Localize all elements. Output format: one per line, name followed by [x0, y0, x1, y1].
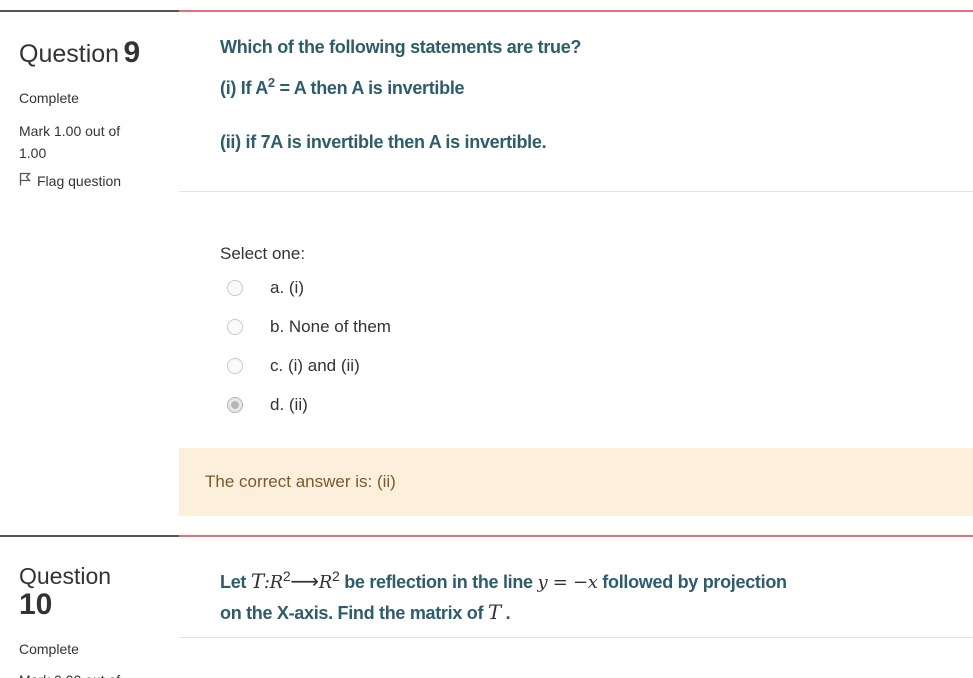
- question-content: Which of the following statements are tr…: [179, 10, 973, 516]
- statement-ii: (ii) if 7A is invertible then A is inver…: [220, 132, 547, 152]
- statement-i: (i) If A2 = A then A is invertible: [220, 75, 465, 98]
- question-info: Question 10 Complete Mark 0.00 out of: [0, 535, 179, 678]
- radio-b[interactable]: [227, 318, 243, 335]
- question-line-2: on the X-axis. Find the matrix of T .: [220, 600, 511, 624]
- answer-block: Select one: a. (i) b. None of them c. (i…: [179, 192, 973, 448]
- option-c[interactable]: c. (i) and (ii): [220, 346, 973, 385]
- math-T: T: [250, 569, 264, 593]
- option-b[interactable]: b. None of them: [220, 307, 973, 346]
- option-d[interactable]: d. (ii): [220, 385, 973, 424]
- radio-a[interactable]: [227, 279, 243, 296]
- arrow-icon: ⟶: [290, 571, 319, 593]
- question-label: Question: [19, 40, 120, 68]
- question-heading: Question 9: [19, 36, 179, 70]
- question-line-1: Which of the following statements are tr…: [220, 37, 582, 57]
- select-one-prompt: Select one:: [220, 244, 306, 263]
- question-mark: Mark 0.00 out of: [19, 669, 139, 678]
- math-line: y = −x: [537, 572, 598, 593]
- correct-answer-feedback: The correct answer is: (ii): [179, 448, 973, 516]
- question-9: Question 9 Complete Mark 1.00 out of 1.0…: [0, 0, 973, 516]
- radio-d[interactable]: [227, 396, 243, 413]
- radio-c[interactable]: [227, 357, 243, 374]
- option-c-label[interactable]: c. (i) and (ii): [270, 356, 360, 376]
- option-d-label[interactable]: d. (ii): [270, 395, 308, 415]
- question-heading: Question 10: [19, 561, 179, 621]
- question-info: Question 9 Complete Mark 1.00 out of 1.0…: [0, 10, 179, 516]
- question-content: Let T:R2⟶R2 be reflection in the line y …: [179, 535, 973, 638]
- question-10: Question 10 Complete Mark 0.00 out of Le…: [0, 534, 973, 678]
- question-label: Question: [19, 563, 112, 589]
- math-T: T: [487, 600, 501, 624]
- option-a[interactable]: a. (i): [220, 268, 973, 307]
- flag-question-button[interactable]: Flag question: [19, 172, 179, 189]
- question-text: Which of the following statements are tr…: [179, 10, 973, 192]
- options-list: a. (i) b. None of them c. (i) and (ii) d…: [220, 268, 973, 424]
- option-a-label[interactable]: a. (i): [270, 278, 304, 298]
- question-line-1: Let T:R2⟶R2 be reflection in the line y …: [220, 568, 787, 593]
- question-state: Complete: [19, 641, 79, 657]
- question-state: Complete: [19, 90, 79, 106]
- flag-icon: [19, 172, 31, 189]
- question-text: Let T:R2⟶R2 be reflection in the line y …: [179, 535, 973, 638]
- question-mark: Mark 1.00 out of 1.00: [19, 123, 121, 161]
- question-number: 9: [123, 36, 141, 69]
- flag-question-label: Flag question: [37, 172, 122, 189]
- question-number: 10: [19, 588, 53, 621]
- option-b-label[interactable]: b. None of them: [270, 317, 391, 337]
